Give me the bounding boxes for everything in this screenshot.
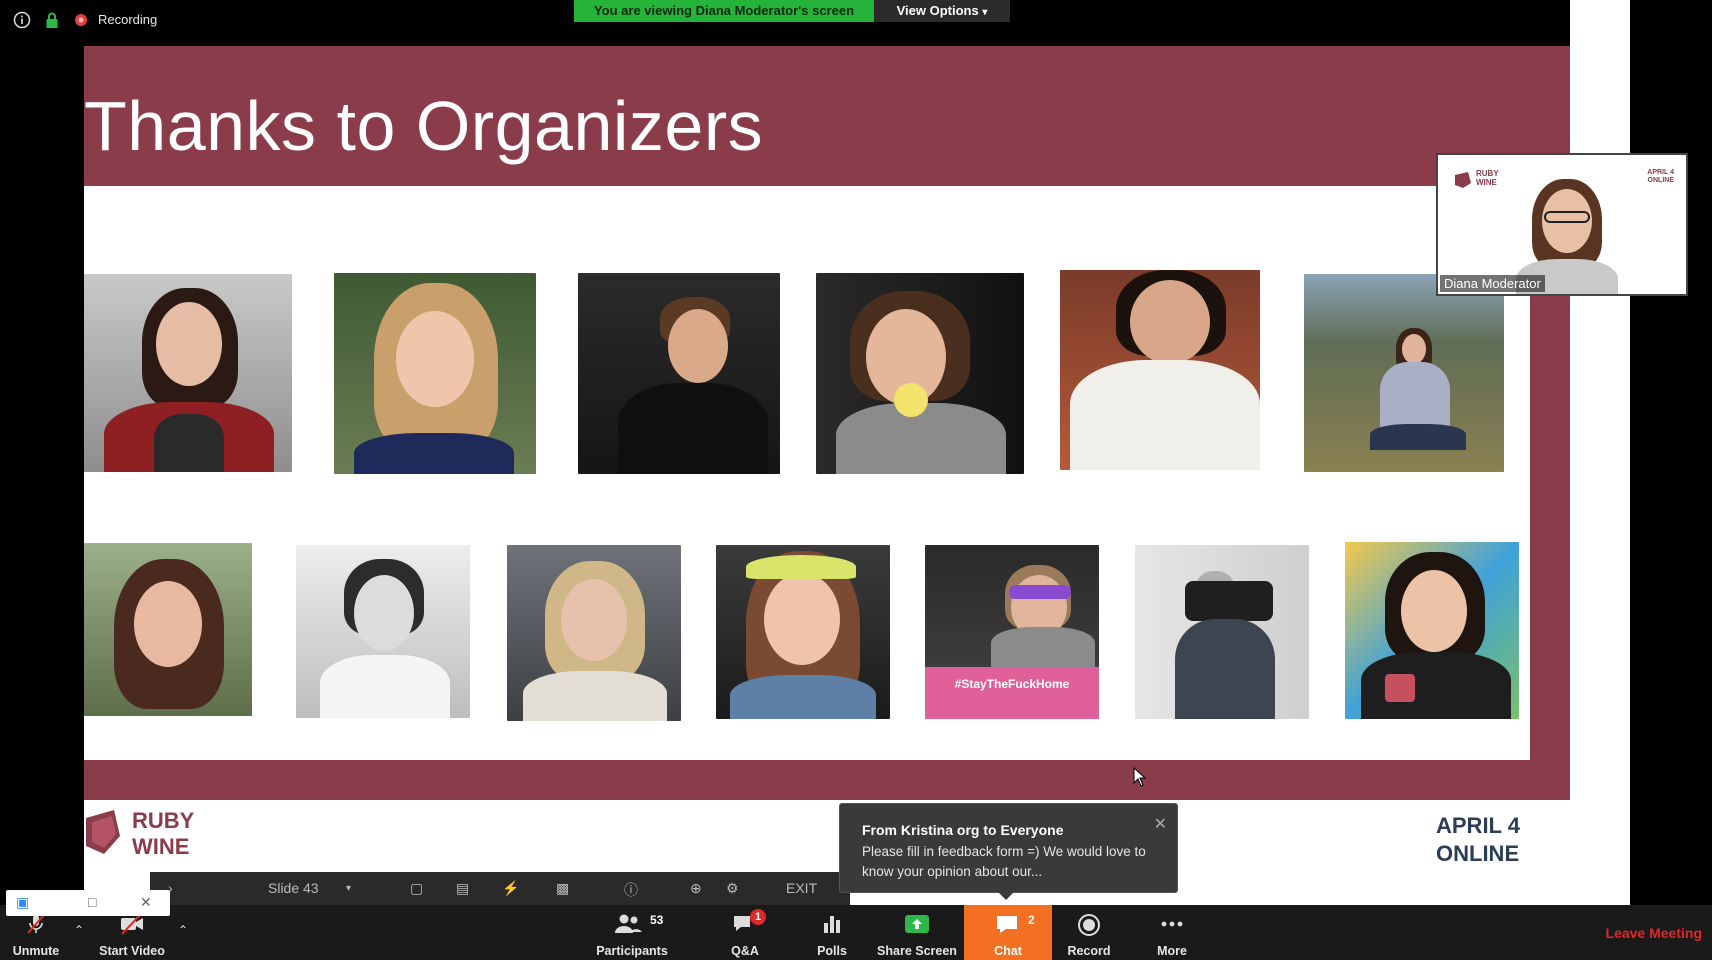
organizer-photo <box>716 545 890 719</box>
active-speaker-video[interactable]: RUBY WINE APRIL 4 ONLINE Diana Moderator <box>1436 153 1688 296</box>
slide-logo-line2: WINE <box>132 834 190 859</box>
organizer-photo <box>1060 270 1260 470</box>
mini-window-controls: ▣ □ ✕ <box>6 890 170 916</box>
chevron-up-icon[interactable]: ⌃ <box>74 923 84 937</box>
shared-screen-slide: Thanks to Organizers #StayTheFuckHome RU… <box>84 46 1570 905</box>
qa-button[interactable]: 1 Q&A <box>706 905 784 960</box>
slide-title: Thanks to Organizers <box>84 87 764 165</box>
maximize-icon[interactable]: □ <box>88 894 96 910</box>
organizer-photo <box>578 273 780 474</box>
chat-notification-message: Please fill in feedback form =) We would… <box>862 844 1146 879</box>
organizer-photo <box>1135 545 1309 719</box>
video-date-text: APRIL 4 ONLINE <box>1647 169 1674 184</box>
qa-label: Q&A <box>731 944 759 958</box>
zoom-icon[interactable]: ⊕ <box>690 880 702 897</box>
screen-edge-black <box>1630 0 1712 905</box>
chat-label: Chat <box>994 944 1022 958</box>
participants-count: 53 <box>650 913 664 927</box>
organizer-photo <box>1345 542 1519 719</box>
stay-home-sign-text: #StayTheFuckHome <box>954 677 1070 691</box>
unmute-label: Unmute <box>12 944 60 958</box>
video-camera-off-icon <box>121 913 143 935</box>
meeting-toolbar: Unmute ⌃ Start Video ⌃ 53 Participants 1… <box>0 905 1712 960</box>
chevron-down-icon: ▾ <box>982 7 988 18</box>
organizer-photo <box>334 273 536 474</box>
organizer-photo: #StayTheFuckHome <box>925 545 1099 719</box>
organizer-photo <box>84 274 292 472</box>
speaker-name-label: Diana Moderator <box>1440 275 1545 292</box>
record-icon <box>1078 914 1100 936</box>
viewing-screen-banner: You are viewing Diana Moderator's screen <box>574 0 874 22</box>
polls-bar-chart-icon <box>824 916 840 933</box>
start-video-label: Start Video <box>99 944 165 958</box>
qa-badge: 1 <box>750 909 766 925</box>
slide-bottom-band <box>84 760 1570 800</box>
record-button[interactable]: Record <box>1052 905 1126 960</box>
slideshow-controls: › Slide 43 ▾ ▢ ▤ ⚡ ▩ ⓘ ⊕ ⚙ EXIT <box>150 872 850 905</box>
chat-notification[interactable]: From Kristina org to Everyone Please fil… <box>839 803 1178 893</box>
mouse-cursor-icon <box>1133 767 1147 787</box>
chat-button[interactable]: 2 Chat <box>964 905 1052 960</box>
slide-number-label[interactable]: Slide 43 <box>268 880 319 896</box>
view-options-button[interactable]: View Options ▾ <box>874 0 1010 22</box>
recording-dot-icon <box>75 14 87 26</box>
slide-header-tab <box>1562 86 1570 126</box>
organizer-photo <box>816 273 1024 474</box>
video-logo-text: RUBY WINE <box>1476 169 1499 187</box>
organizer-photo <box>84 543 252 716</box>
captions-icon[interactable]: ▩ <box>556 880 569 897</box>
stay-home-sign: #StayTheFuckHome <box>925 667 1099 719</box>
chevron-up-icon[interactable]: ⌃ <box>178 923 188 937</box>
polls-button[interactable]: Polls <box>794 905 870 960</box>
screen-edge-white <box>1570 0 1630 905</box>
slide-logo-text: RUBY WINE <box>132 808 194 860</box>
more-dots-icon <box>1161 921 1183 927</box>
slide-date-line2: ONLINE <box>1436 841 1520 866</box>
share-screen-button[interactable]: Share Screen <box>872 905 962 960</box>
more-button[interactable]: More <box>1134 905 1210 960</box>
slide-logo-line1: RUBY <box>132 808 195 833</box>
comment-icon[interactable]: ▢ <box>410 880 423 897</box>
more-label: More <box>1157 944 1187 958</box>
settings-icon[interactable]: ⚙ <box>726 880 739 897</box>
exit-slideshow-button[interactable]: EXIT <box>786 880 817 896</box>
slide-header: Thanks to Organizers <box>84 46 1570 186</box>
organizer-photo <box>507 545 681 721</box>
chat-count: 2 <box>1028 913 1035 927</box>
info-icon[interactable]: ⓘ <box>624 880 638 900</box>
chat-notification-arrow <box>998 892 1014 900</box>
lock-icon[interactable] <box>43 11 61 29</box>
zoom-app-icon[interactable]: ▣ <box>16 894 29 911</box>
chat-bubble-icon <box>997 916 1017 933</box>
polls-label: Polls <box>817 944 847 958</box>
organizer-photo <box>1304 274 1504 472</box>
slide-date: APRIL 4 ONLINE <box>1436 812 1520 868</box>
laser-pointer-icon[interactable]: ⚡ <box>502 880 519 897</box>
slide-date-line1: APRIL 4 <box>1436 813 1520 838</box>
slide-body: #StayTheFuckHome <box>84 186 1530 760</box>
participants-icon <box>615 914 642 933</box>
close-icon[interactable]: ✕ <box>1154 814 1167 834</box>
notes-icon[interactable]: ▤ <box>456 880 469 897</box>
organizer-photo <box>296 545 470 718</box>
share-screen-label: Share Screen <box>877 944 957 958</box>
participants-label: Participants <box>596 944 668 958</box>
recording-label: Recording <box>98 12 158 27</box>
microphone-muted-icon <box>27 914 45 934</box>
share-screen-icon <box>905 915 929 933</box>
leave-meeting-button[interactable]: Leave Meeting <box>1606 925 1702 941</box>
participants-button[interactable]: 53 Participants <box>592 905 672 960</box>
top-bar: Recording You are viewing Diana Moderato… <box>0 0 1712 40</box>
view-options-label: View Options <box>896 3 979 18</box>
ruby-wine-logo-icon <box>86 810 120 854</box>
close-icon[interactable]: ✕ <box>140 894 152 911</box>
info-icon[interactable] <box>13 11 31 29</box>
zoom-window: Recording You are viewing Diana Moderato… <box>0 0 1712 960</box>
record-label: Record <box>1067 944 1111 958</box>
ruby-wine-logo-icon <box>1455 172 1471 188</box>
chat-notification-from: From Kristina org to Everyone <box>862 822 1064 838</box>
chevron-down-icon[interactable]: ▾ <box>346 883 351 894</box>
